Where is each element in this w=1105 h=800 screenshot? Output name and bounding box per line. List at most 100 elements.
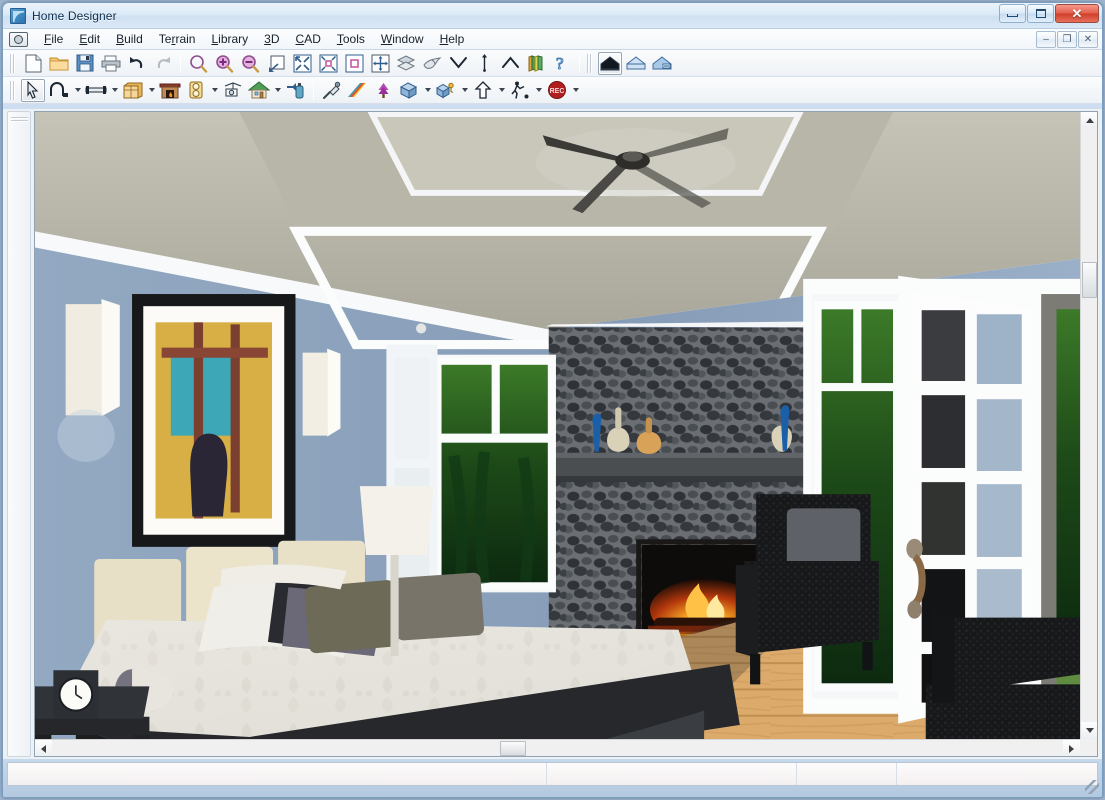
up-arrow-dropdown-arrow-icon[interactable] (496, 79, 507, 102)
menu-item-library[interactable]: Library (203, 30, 256, 49)
canvas-horizontal-scrollbar[interactable] (35, 739, 1080, 756)
application-window: Home Designer ✕ File Edit Build Terrain … (2, 2, 1103, 798)
straight-railing-icon[interactable] (84, 79, 108, 102)
spray-paint-icon[interactable] (284, 79, 308, 102)
3d-box-icon[interactable] (397, 79, 421, 102)
walkthrough-dropdown-arrow-icon[interactable] (533, 79, 544, 102)
record-button-icon[interactable]: REC (545, 79, 569, 102)
canvas-vertical-scrollbar[interactable] (1080, 112, 1097, 739)
3d-box-key-icon[interactable] (434, 79, 458, 102)
scroll-up-button[interactable] (1081, 112, 1097, 129)
scroll-right-button[interactable] (1063, 740, 1080, 756)
fill-window-icon[interactable] (290, 52, 314, 75)
cabinet-icon[interactable] (121, 79, 145, 102)
close-button[interactable]: ✕ (1055, 4, 1099, 23)
record-dropdown-arrow-icon[interactable] (570, 79, 581, 102)
pan-move-icon[interactable] (368, 52, 392, 75)
svg-text:REC: REC (550, 88, 565, 95)
zoom-out-icon[interactable] (238, 52, 262, 75)
menu-item-tools[interactable]: Tools (329, 30, 373, 49)
toolbar-grip[interactable] (9, 53, 16, 73)
electrical-dropdown-arrow-icon[interactable] (209, 79, 220, 102)
open-folder-icon[interactable] (47, 52, 71, 75)
menu-item-window[interactable]: Window (373, 30, 432, 49)
look-down-icon[interactable] (446, 52, 470, 75)
plant-tree-icon[interactable] (371, 79, 395, 102)
zoom-selection-icon[interactable] (342, 52, 366, 75)
close-icon: ✕ (1071, 6, 1083, 21)
help-question-icon[interactable]: ? (550, 52, 574, 75)
menu-item-build[interactable]: Build (108, 30, 151, 49)
printer-icon[interactable] (99, 52, 123, 75)
magnifier-icon[interactable] (186, 52, 210, 75)
maximize-button[interactable] (1027, 4, 1054, 23)
rainbow-materials-icon[interactable] (345, 79, 369, 102)
3d-box-key-dropdown-arrow-icon[interactable] (459, 79, 470, 102)
secondary-toolbar: REC (3, 77, 1102, 104)
cabinet-dropdown-arrow-icon[interactable] (146, 79, 157, 102)
house-roof-icon[interactable] (247, 79, 271, 102)
minimize-button[interactable] (999, 4, 1026, 23)
mdi-close-button[interactable]: ✕ (1078, 31, 1098, 48)
status-bar (3, 759, 1102, 797)
roof-dropdown-arrow-icon[interactable] (272, 79, 283, 102)
left-toolbar-rail[interactable] (7, 111, 31, 757)
full-camera-view-icon[interactable] (598, 51, 622, 75)
3d-box-dropdown-arrow-icon[interactable] (422, 79, 433, 102)
svg-text:?: ? (556, 54, 564, 72)
library-books-icon[interactable] (524, 52, 548, 75)
walls-dropdown-arrow-icon[interactable] (72, 79, 83, 102)
undo-arrow-icon[interactable] (125, 52, 149, 75)
left-rail-grip[interactable] (11, 116, 28, 124)
3d-camera-view[interactable] (35, 112, 1080, 739)
camera-tool-icon[interactable] (221, 79, 245, 102)
window-controls: ✕ (999, 4, 1099, 23)
toolbar-separator (180, 53, 181, 73)
scroll-left-button[interactable] (35, 740, 52, 756)
save-floppy-icon[interactable] (73, 52, 97, 75)
menu-item-help[interactable]: Help (432, 30, 473, 49)
look-up-icon[interactable] (498, 52, 522, 75)
scroll-down-button[interactable] (1081, 722, 1097, 739)
redo-arrow-icon[interactable] (151, 52, 175, 75)
bird-eye-view-icon[interactable] (420, 52, 444, 75)
toolbar-grip-2[interactable] (586, 53, 593, 73)
camera-menu-icon[interactable] (9, 31, 28, 47)
new-document-icon[interactable] (21, 52, 45, 75)
walkthrough-icon[interactable] (508, 79, 532, 102)
vertical-scroll-thumb[interactable] (1082, 262, 1097, 298)
window-resize-grip[interactable] (1085, 780, 1099, 794)
menu-item-file[interactable]: File (36, 30, 71, 49)
scroll-up-icon (1085, 118, 1094, 123)
bedroom-render (35, 112, 1080, 739)
menu-bar: File Edit Build Terrain Library 3D CAD T… (3, 29, 1102, 50)
toolbar2-grip[interactable] (9, 80, 16, 100)
elevation-view-icon[interactable] (624, 52, 648, 75)
mdi-minimize-button[interactable]: – (1036, 31, 1056, 48)
eyedropper-icon[interactable] (319, 79, 343, 102)
curved-wall-icon[interactable] (47, 79, 71, 102)
select-arrow-icon[interactable] (21, 78, 45, 102)
scrollbar-corner (1080, 739, 1097, 756)
menu-item-cad[interactable]: CAD (288, 30, 329, 49)
undo-zoom-icon[interactable] (264, 52, 288, 75)
cross-section-icon[interactable] (650, 52, 674, 75)
status-message (8, 763, 547, 785)
zoom-in-icon[interactable] (212, 52, 236, 75)
menu-item-edit[interactable]: Edit (71, 30, 108, 49)
fireplace-icon[interactable] (158, 79, 182, 102)
menu-item-3d[interactable]: 3D (256, 30, 287, 49)
up-arrow-outline-icon[interactable] (471, 79, 495, 102)
black-armchair-right (925, 609, 1080, 739)
move-up-down-icon[interactable] (472, 52, 496, 75)
scroll-right-icon (1069, 744, 1074, 753)
horizontal-scroll-thumb[interactable] (500, 741, 526, 756)
fill-window-building-icon[interactable] (316, 52, 340, 75)
electrical-outlet-icon[interactable] (184, 79, 208, 102)
menu-item-terrain[interactable]: Terrain (151, 30, 204, 49)
scroll-left-icon (41, 744, 46, 753)
minimize-icon (1007, 13, 1018, 17)
layers-stack-icon[interactable] (394, 52, 418, 75)
mdi-restore-button[interactable]: ❐ (1057, 31, 1077, 48)
railing-dropdown-arrow-icon[interactable] (109, 79, 120, 102)
